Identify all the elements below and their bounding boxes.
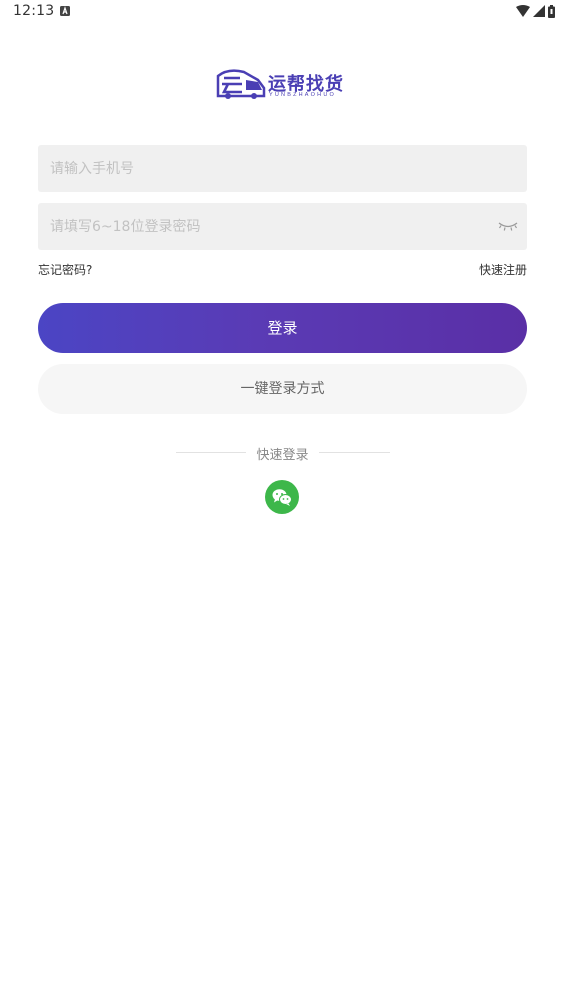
- a-icon: [60, 6, 70, 16]
- battery-icon: [548, 4, 555, 18]
- status-bar: 12:13: [0, 0, 565, 24]
- eye-closed-icon[interactable]: [498, 220, 518, 232]
- logo-subtitle: YUNBZHAOHUO: [269, 92, 336, 98]
- quick-register-link[interactable]: 快速注册: [479, 261, 527, 278]
- onekey-login-button[interactable]: 一键登录方式: [38, 364, 527, 414]
- phone-field[interactable]: [38, 145, 527, 192]
- quick-login-label: 快速登录: [256, 448, 309, 463]
- truck-logo-icon: [216, 69, 266, 99]
- app-logo: 运帮找货 YUNBZHAOHUO: [214, 66, 354, 102]
- wechat-login-button[interactable]: [265, 480, 299, 514]
- signal-icon: [533, 5, 545, 17]
- divider-right: [319, 452, 390, 453]
- wechat-icon: [272, 489, 292, 506]
- login-button[interactable]: 登录: [38, 303, 527, 353]
- wifi-icon: [516, 5, 530, 17]
- password-input[interactable]: [50, 203, 490, 250]
- status-time: 12:13: [13, 3, 55, 19]
- phone-input[interactable]: [50, 145, 490, 192]
- status-icons: [516, 4, 555, 18]
- forgot-password-link[interactable]: 忘记密码?: [38, 261, 92, 278]
- password-field[interactable]: [38, 203, 527, 250]
